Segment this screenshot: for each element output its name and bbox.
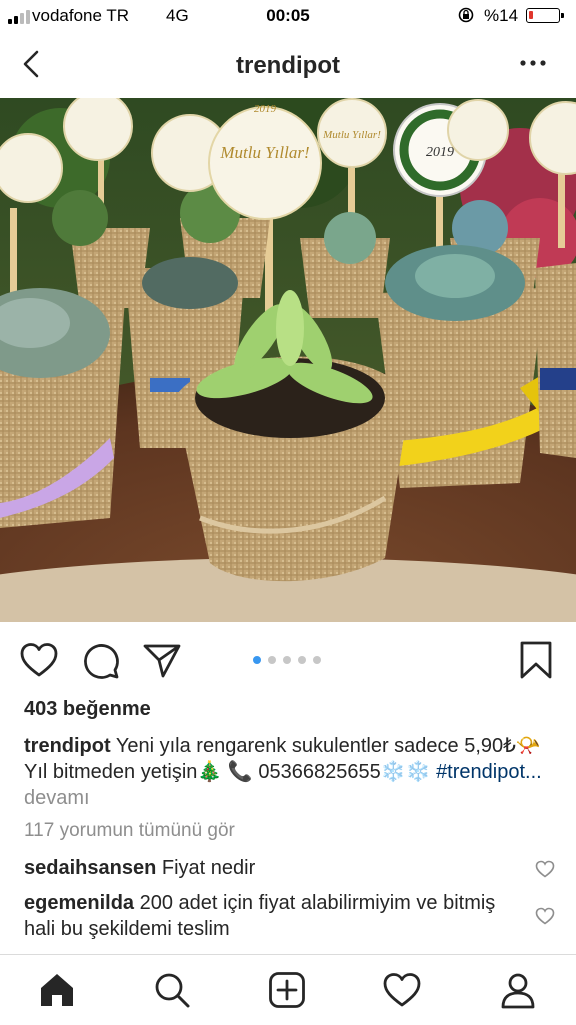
caption-more-link[interactable]: devamı bbox=[24, 787, 90, 809]
svg-text:Mutlu Yıllar!: Mutlu Yıllar! bbox=[322, 129, 381, 141]
svg-text:2019: 2019 bbox=[254, 103, 277, 115]
rotation-lock-icon bbox=[458, 7, 474, 23]
share-send-icon[interactable] bbox=[142, 642, 182, 678]
activity-heart-icon[interactable] bbox=[383, 971, 421, 1009]
comment-username[interactable]: sedaihsansen bbox=[24, 857, 156, 879]
battery-percent: %14 bbox=[484, 6, 519, 25]
comment-item: sedaihsansen Fiyat nedir bbox=[24, 855, 504, 881]
save-bookmark-icon[interactable] bbox=[518, 640, 554, 680]
status-bar: vodafone TR 4G 00:05 %14 bbox=[0, 0, 576, 34]
post-actions bbox=[0, 622, 576, 698]
carousel-dot bbox=[313, 656, 321, 664]
succulent-favors-image: Mutlu Yıllar! Mutlu Yıllar! 2019 2019 bbox=[0, 98, 576, 622]
profile-icon[interactable] bbox=[499, 971, 537, 1009]
search-icon[interactable] bbox=[153, 971, 191, 1009]
like-count[interactable]: 403 beğenme bbox=[24, 698, 151, 721]
view-all-comments-link[interactable]: 117 yorumun tümünü gör bbox=[24, 820, 235, 842]
hashtag-link[interactable]: #trendipot... bbox=[436, 761, 542, 783]
carousel-indicator bbox=[253, 656, 321, 664]
carousel-dot bbox=[268, 656, 276, 664]
svg-text:Mutlu Yıllar!: Mutlu Yıllar! bbox=[219, 143, 309, 162]
caption-username[interactable]: trendipot bbox=[24, 735, 111, 757]
new-post-plus-icon[interactable] bbox=[268, 971, 306, 1009]
comment-like-icon[interactable] bbox=[535, 907, 555, 925]
comment-item: egemenilda 200 adet için fiyat alabilirm… bbox=[24, 890, 504, 942]
comment-text: Fiyat nedir bbox=[161, 857, 256, 879]
carousel-dot bbox=[298, 656, 306, 664]
bottom-tab-bar bbox=[0, 954, 576, 1025]
like-heart-icon[interactable] bbox=[20, 642, 58, 678]
comment-bubble-icon[interactable] bbox=[82, 642, 120, 680]
comment-username[interactable]: egemenilda bbox=[24, 892, 134, 914]
svg-text:2019: 2019 bbox=[426, 145, 454, 160]
battery-icon bbox=[526, 8, 564, 23]
carousel-dot bbox=[283, 656, 291, 664]
post-caption: trendipot Yeni yıla rengarenk sukulentle… bbox=[24, 733, 554, 811]
home-icon[interactable] bbox=[38, 971, 76, 1009]
post-header: trendipot bbox=[0, 34, 576, 98]
more-options-icon[interactable] bbox=[516, 54, 550, 72]
post-photo[interactable]: Mutlu Yıllar! Mutlu Yıllar! 2019 2019 bbox=[0, 98, 576, 622]
carousel-dot bbox=[253, 656, 261, 664]
comment-like-icon[interactable] bbox=[535, 860, 555, 878]
page-title: trendipot bbox=[236, 52, 340, 79]
